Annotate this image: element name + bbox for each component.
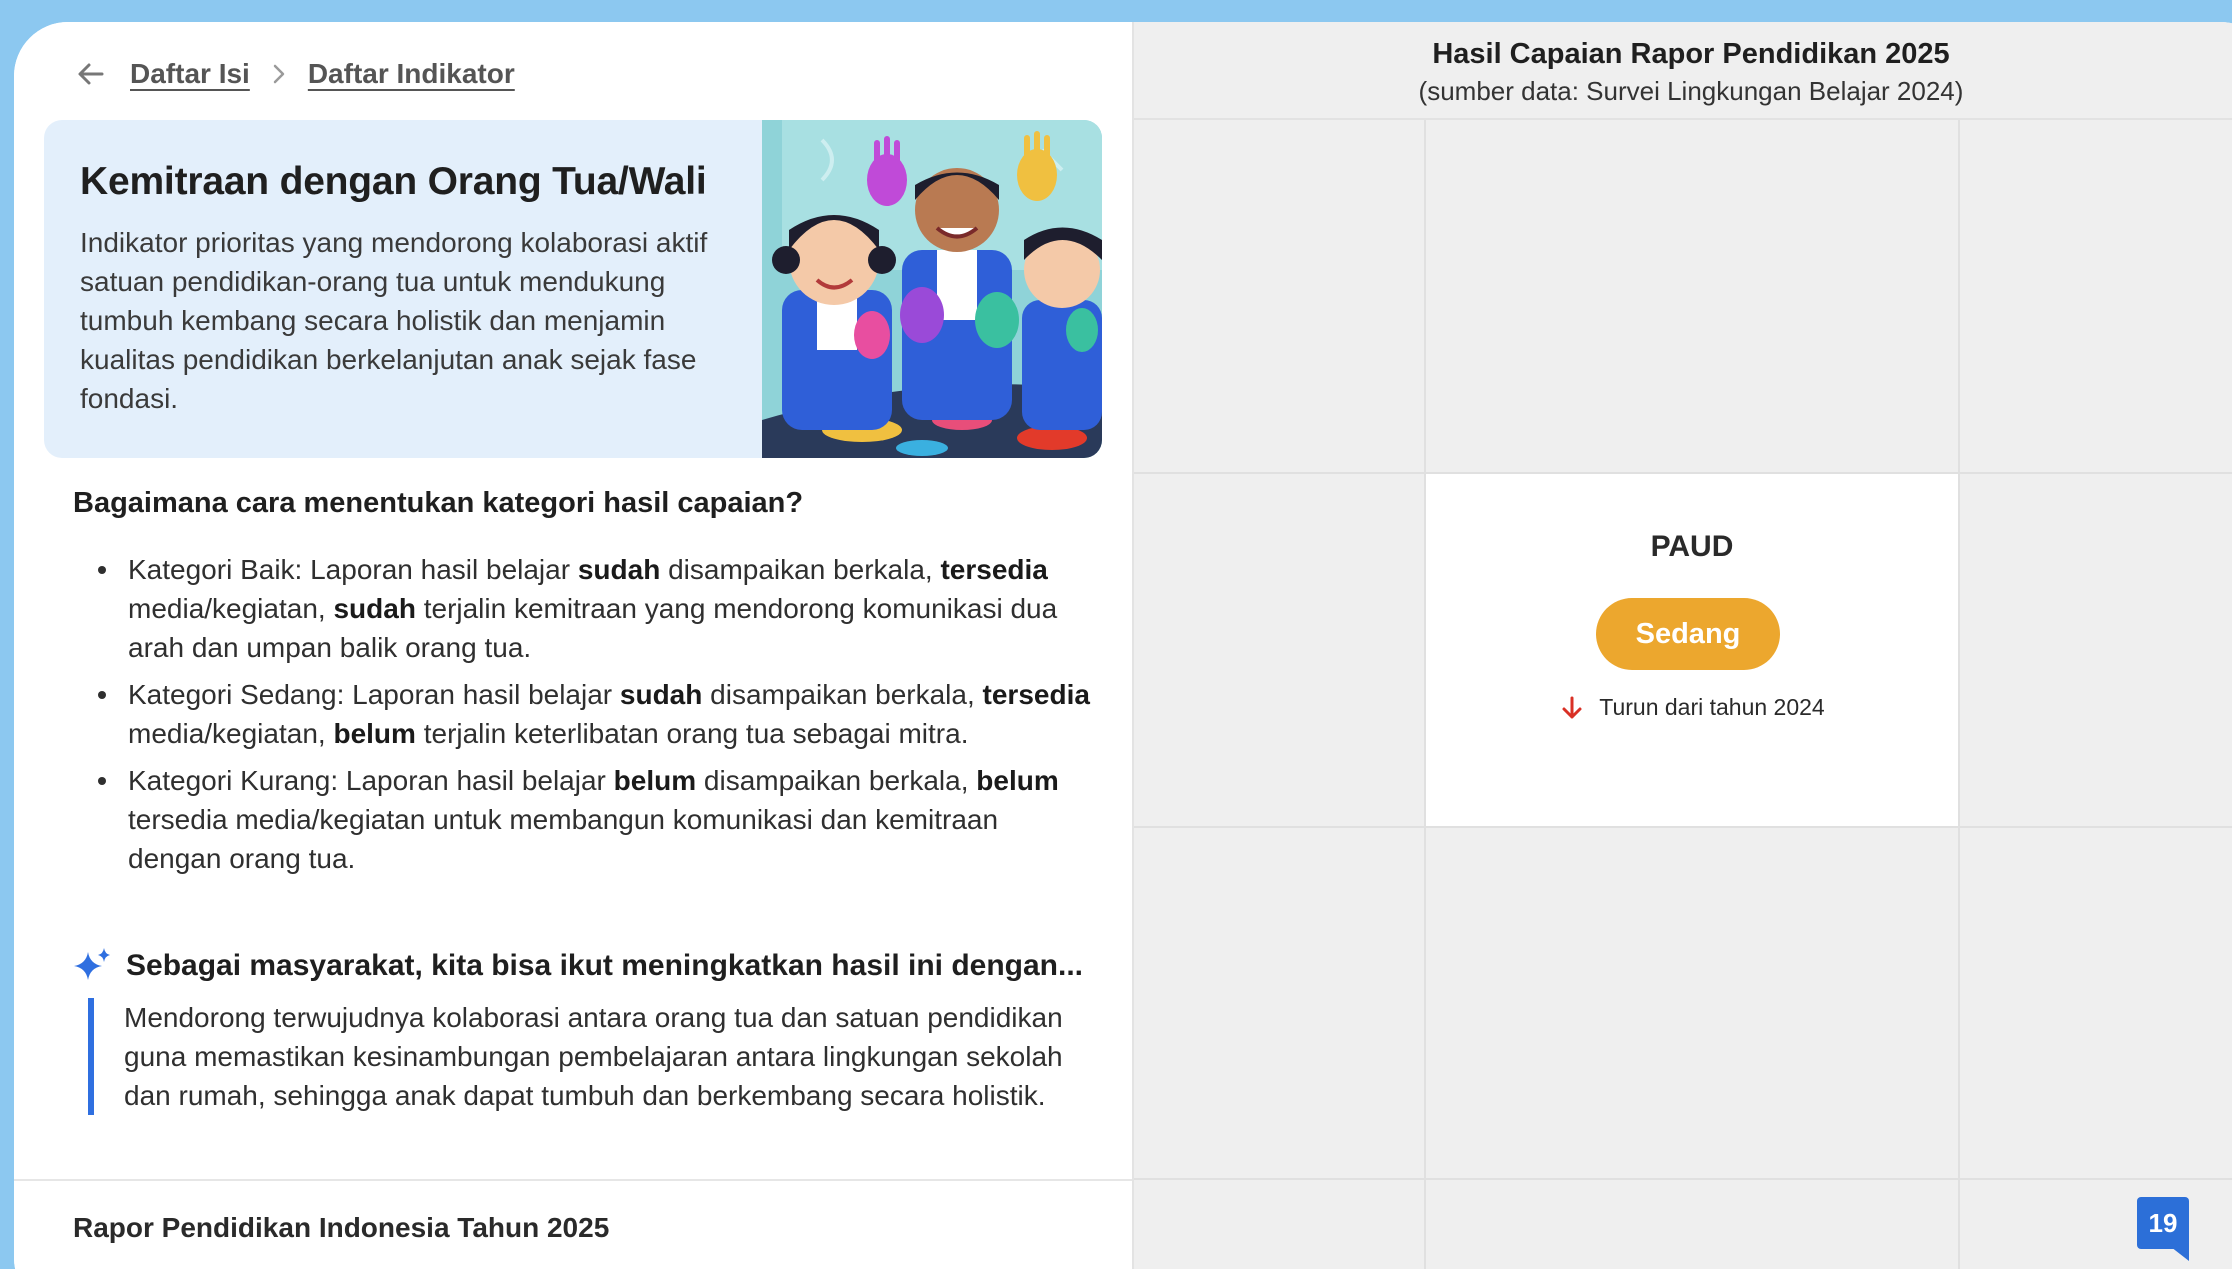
category-emphasis: belum xyxy=(976,765,1059,796)
grid-divider xyxy=(1134,826,2232,828)
page-number: 19 xyxy=(2137,1197,2189,1249)
parents-children-illustration xyxy=(762,120,1102,458)
category-text: Kategori Kurang: Laporan hasil belajar xyxy=(128,765,614,796)
category-emphasis: tersedia xyxy=(982,679,1090,710)
category-text: disampaikan berkala, xyxy=(660,554,941,585)
result-panel: Hasil Capaian Rapor Pendidikan 2025 (sum… xyxy=(1132,22,2232,1269)
page-number-badge: 19 xyxy=(2137,1197,2189,1261)
category-text: media/kegiatan, xyxy=(128,593,334,624)
bullet-icon xyxy=(98,691,106,699)
bullet-icon xyxy=(98,566,106,574)
society-recommendation: Mendorong terwujudnya kolaborasi antara … xyxy=(88,998,1088,1115)
footer-divider xyxy=(14,1179,1132,1181)
result-panel-subtitle: (sumber data: Survei Lingkungan Belajar … xyxy=(1418,76,1964,106)
bullet-icon xyxy=(98,777,106,785)
grid-divider xyxy=(1134,1178,2232,1180)
indicator-description: Indikator prioritas yang mendorong kolab… xyxy=(80,227,708,414)
trend-indicator: Turun dari tahun 2024 xyxy=(1426,694,1958,721)
category-text: media/kegiatan, xyxy=(128,718,334,749)
category-emphasis: sudah xyxy=(577,554,661,585)
category-emphasis: sudah xyxy=(619,679,703,710)
society-heading: Sebagai masyarakat, kita bisa ikut menin… xyxy=(72,946,1083,986)
left-panel: Daftar Isi Daftar Indikator Kemitraan de… xyxy=(14,22,1132,1269)
category-text: Kategori Sedang: Laporan hasil belajar xyxy=(128,679,620,710)
category-item: Kategori Sedang: Laporan hasil belajar s… xyxy=(86,675,1096,753)
category-emphasis: belum xyxy=(613,765,697,796)
grid-divider xyxy=(1958,120,1960,1269)
category-badge: Sedang xyxy=(1596,598,1780,670)
indicator-title: Kemitraan dengan Orang Tua/Wali xyxy=(80,160,707,203)
category-emphasis: belum xyxy=(333,718,416,749)
category-text: tersedia media/kegiatan untuk membangun … xyxy=(128,804,999,874)
trend-text: Turun dari tahun 2024 xyxy=(1599,694,1825,720)
breadcrumb-link-daftar-indikator[interactable]: Daftar Indikator xyxy=(308,58,515,90)
society-title: Sebagai masyarakat, kita bisa ikut menin… xyxy=(126,949,1084,982)
category-text: disampaikan berkala, xyxy=(696,765,977,796)
report-page: Daftar Isi Daftar Indikator Kemitraan de… xyxy=(14,22,2232,1269)
result-panel-header: Hasil Capaian Rapor Pendidikan 2025 (sum… xyxy=(1134,22,2232,120)
arrow-down-icon xyxy=(1562,696,1582,718)
category-text: disampaikan berkala, xyxy=(702,679,983,710)
breadcrumb: Daftar Isi Daftar Indikator xyxy=(74,54,515,94)
category-emphasis: tersedia xyxy=(940,554,1048,585)
category-question-heading: Bagaimana cara menentukan kategori hasil… xyxy=(73,487,804,519)
category-text: terjalin keterlibatan orang tua sebagai … xyxy=(415,718,969,749)
category-item: Kategori Kurang: Laporan hasil belajar b… xyxy=(86,761,1096,878)
arrow-left-icon[interactable] xyxy=(74,57,108,91)
result-cell-paud: PAUD Sedang Turun dari tahun 2024 xyxy=(1426,474,1958,826)
education-level-label: PAUD xyxy=(1650,530,1734,563)
page-number-tail xyxy=(2171,1247,2189,1261)
result-panel-title: Hasil Capaian Rapor Pendidikan 2025 xyxy=(1432,38,1950,70)
indicator-hero-card: Kemitraan dengan Orang Tua/Wali Indikato… xyxy=(44,120,1102,458)
breadcrumb-link-daftar-isi[interactable]: Daftar Isi xyxy=(130,58,250,90)
category-item: Kategori Baik: Laporan hasil belajar sud… xyxy=(86,550,1096,667)
category-list: Kategori Baik: Laporan hasil belajar sud… xyxy=(86,550,1096,886)
category-text: Kategori Baik: Laporan hasil belajar xyxy=(128,554,578,585)
chevron-right-icon xyxy=(270,62,288,86)
footer-title: Rapor Pendidikan Indonesia Tahun 2025 xyxy=(73,1212,610,1243)
sparkle-icon xyxy=(74,948,110,980)
category-emphasis: sudah xyxy=(333,593,416,624)
